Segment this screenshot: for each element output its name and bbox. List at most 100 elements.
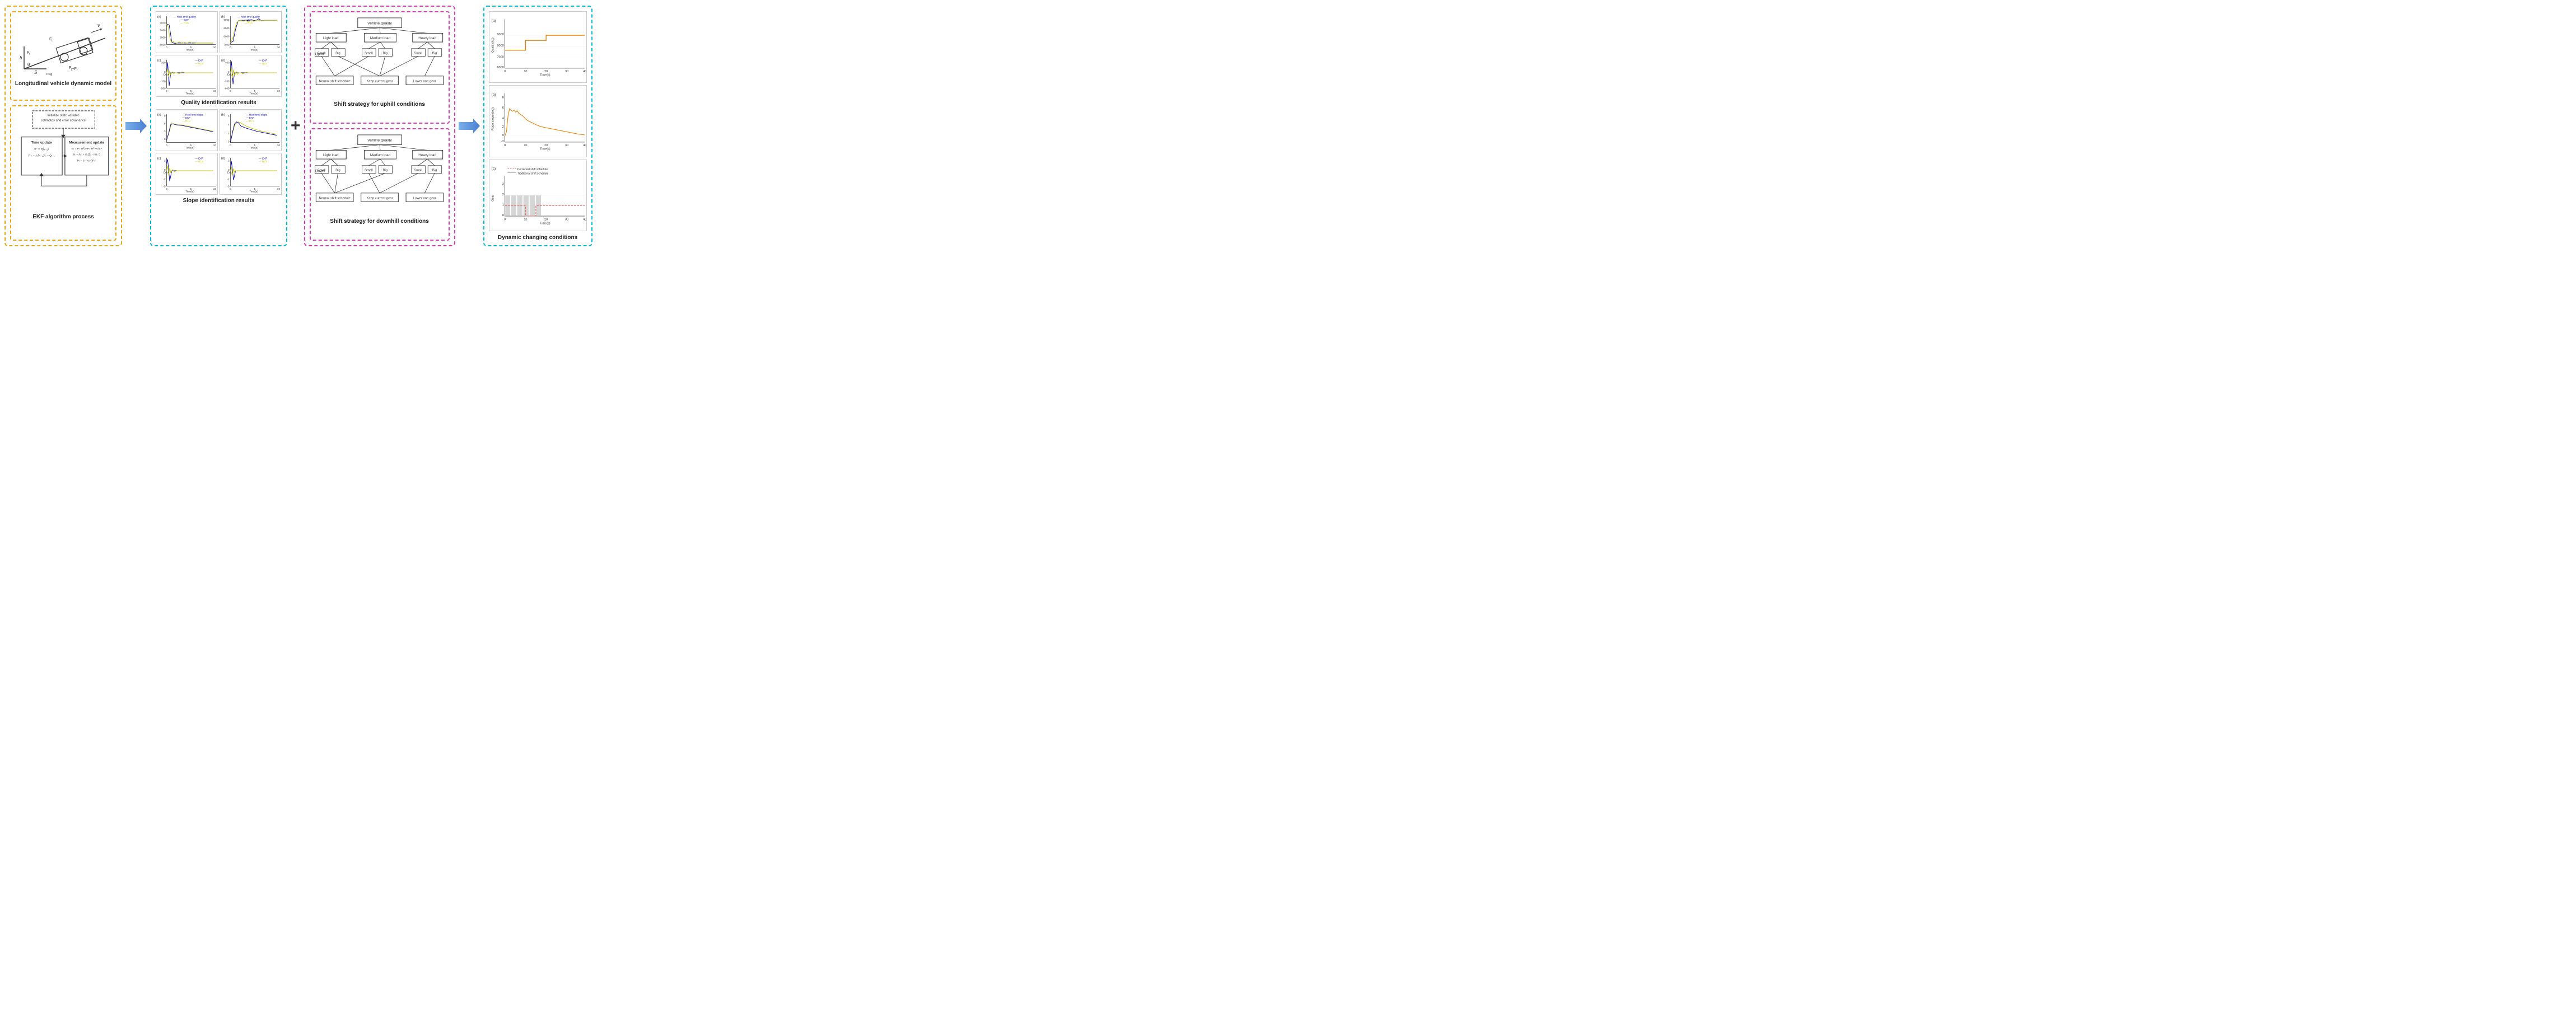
svg-text:v: v [97,22,100,28]
svg-text:10: 10 [524,144,527,148]
svg-text:(a): (a) [491,19,496,23]
svg-text:40: 40 [583,70,586,73]
svg-text:Big: Big [382,169,387,172]
svg-text:(b): (b) [491,93,496,97]
svg-text:Light load: Light load [323,153,339,157]
svg-text:4: 4 [502,117,503,120]
quality-chart-b: (b) — Real-time quality — EKF — RLS 7000… [220,11,282,53]
main-container: v Ft Ff Fj+Fr mg h S θ Longitudinal vehi… [0,0,644,252]
svg-text:2: 2 [228,159,230,162]
svg-text:Error: Error [227,73,234,76]
svg-text:6000: 6000 [497,66,503,69]
quality-charts-grid: (a) — Real-time quality — EKF — RLS 6600… [156,11,282,97]
svg-text:20: 20 [544,70,548,73]
quality-label: Quality identification results [181,100,256,106]
svg-text:S: S [34,70,38,75]
svg-text:Rode-slope(deg): Rode-slope(deg) [491,107,494,130]
svg-text:x̂⁻ = f(x̂ₜ₋₁): x̂⁻ = f(x̂ₜ₋₁) [34,148,49,151]
svg-text:10: 10 [277,46,281,49]
svg-text:Fj+Fr: Fj+Fr [69,66,78,72]
svg-text:Small: Small [317,52,325,55]
svg-text:Error: Error [164,171,170,174]
svg-text:Time(s): Time(s) [185,49,194,52]
uphill-diagram: Vehicle quality Light load Medium load H… [312,17,447,98]
svg-text:7000: 7000 [160,36,166,39]
svg-text:Big: Big [335,169,340,172]
svg-text:— RLS: — RLS [259,160,267,163]
svg-text:0: 0 [502,214,503,217]
svg-text:Big: Big [335,52,340,55]
svg-text:Initialize state variable: Initialize state variable [47,114,79,118]
svg-text:0: 0 [230,144,231,147]
svg-text:Keep current gear: Keep current gear [366,197,393,200]
plus-sign: + [291,116,301,135]
svg-text:6: 6 [164,122,166,125]
svg-text:0: 0 [166,144,167,147]
svg-text:Time(s): Time(s) [540,74,550,77]
svg-text:Medium load: Medium load [370,153,390,157]
svg-text:— Real-time quality: — Real-time quality [174,16,197,18]
svg-text:30: 30 [564,144,568,148]
svg-text:Traditional shift schedule: Traditional shift schedule [517,172,548,175]
svg-text:(d): (d) [221,59,225,63]
svg-text:Ft: Ft [49,38,53,43]
svg-text:Error: Error [164,73,170,76]
slope-chart-b: (b) — Real-time slope — EKF — RLS 6 4 2 … [220,109,282,151]
svg-text:— RLS: — RLS [195,62,203,65]
svg-text:Error: Error [227,171,234,174]
svg-text:0: 0 [228,141,230,143]
svg-text:— EKF: — EKF [259,59,267,62]
svg-text:10: 10 [213,188,217,190]
arrow-right-2 [459,118,480,134]
svg-text:Small: Small [317,169,325,172]
svg-text:-500: -500 [160,87,166,90]
svg-text:0: 0 [230,188,231,190]
downhill-strategy-box: Vehicle quality Light load Medium load H… [310,128,450,241]
svg-text:(b): (b) [221,114,225,117]
svg-text:Small: Small [414,169,422,172]
svg-text:— Real-time slope: — Real-time slope [246,114,267,116]
svg-text:— RLS: — RLS [182,120,190,123]
svg-text:10: 10 [213,90,217,92]
svg-text:0: 0 [164,138,166,141]
svg-text:10: 10 [277,144,281,147]
svg-text:-200: -200 [224,80,230,83]
svg-text:10: 10 [524,218,527,221]
svg-text:(c): (c) [157,157,161,161]
svg-text:Quality(kg): Quality(kg) [491,38,494,53]
svg-text:Time(s): Time(s) [249,147,258,149]
svg-text:10: 10 [213,144,217,147]
left-panel: v Ft Ff Fj+Fr mg h S θ Longitudinal vehi… [4,6,122,246]
svg-text:Kₜ = Pₜ⁻Hᵀ(HPₜ⁻Hᵀ+Rₜ)⁻¹: Kₜ = Pₜ⁻Hᵀ(HPₜ⁻Hᵀ+Rₜ)⁻¹ [71,147,102,151]
slope-label: Slope identification results [183,198,255,204]
svg-text:Small: Small [414,52,422,55]
svg-text:Time(s): Time(s) [249,190,258,193]
svg-text:6: 6 [502,106,503,110]
svg-text:10: 10 [524,70,527,73]
svg-text:0: 0 [230,90,231,92]
svg-text:— RLS: — RLS [195,160,203,163]
middle-panel: (a) — Real-time quality — EKF — RLS 6600… [150,6,287,246]
quality-chart-c: (c) — EKF — RLS 300 0 -100 -500 0 5 10 T… [156,55,218,97]
svg-text:θ: θ [27,62,30,67]
svg-text:Lower one gear: Lower one gear [413,80,436,83]
svg-text:10: 10 [277,90,281,92]
result-chart-b: (b) 8 6 4 2 0 -2 0 10 20 30 40 Time(s) R… [489,85,587,157]
svg-text:40: 40 [583,144,586,148]
slope-chart-d: (d) — EKF — RLS 2 0 -2 -5 0 5 10 Time(s)… [220,153,282,195]
svg-text:Normal shift schedule: Normal shift schedule [319,80,350,83]
svg-text:Time(s): Time(s) [249,92,258,95]
quality-chart-d: (d) — EKF — RLS 400 0 -200 -600 0 5 10 T… [220,55,282,97]
svg-text:10: 10 [213,46,217,49]
svg-text:— RLS: — RLS [259,62,267,65]
svg-text:(d): (d) [221,157,225,161]
svg-text:2: 2 [228,132,230,135]
svg-text:Big: Big [432,52,436,55]
svg-text:Vehicle quality: Vehicle quality [367,22,392,26]
svg-text:— EKF: — EKF [180,18,189,21]
svg-text:— EKF: — EKF [246,116,254,119]
svg-text:Measurement update: Measurement update [69,141,105,144]
vehicle-model-box: v Ft Ff Fj+Fr mg h S θ Longitudinal vehi… [10,11,116,101]
svg-text:8000: 8000 [497,44,503,48]
svg-text:Normal shift schedule: Normal shift schedule [319,197,350,200]
